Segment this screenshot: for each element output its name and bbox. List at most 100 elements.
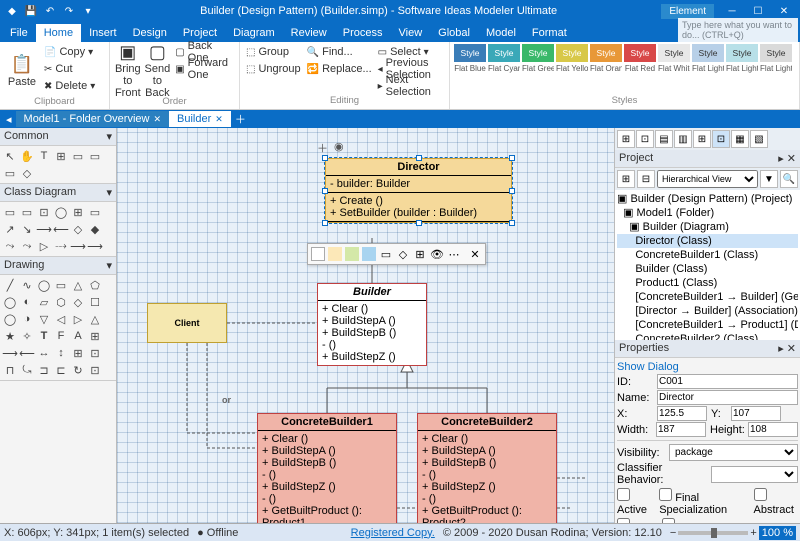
copy-button[interactable]: 📄Copy▾ [42,44,97,60]
tree-item[interactable]: Director (Class) [617,234,798,248]
github-icon: ◉ [334,140,344,156]
tab-home[interactable]: Home [36,24,81,42]
send-back-button[interactable]: ▢Send to Back [144,44,172,96]
style-swatch[interactable]: Style [488,44,520,62]
redo-icon[interactable]: ↷ [61,3,77,19]
tab-design[interactable]: Design [125,24,175,42]
right-panel: ⊞⊡▤▥⊞⊡▦▧ Project▸ ✕ ⊞⊟ Hierarchical View… [614,128,800,523]
tree-item[interactable]: [Director → Builder] (Association) [617,304,798,318]
tree-item[interactable]: Builder (Class) [617,262,798,276]
hand-icon[interactable]: ✋ [19,148,35,164]
style-swatch[interactable]: Style [522,44,554,62]
diagram-canvas[interactable]: ＋◉ Client Director - builder: Builder + … [117,128,614,523]
app-icon: ◆ [4,3,20,19]
style-swatch[interactable]: Style [454,44,486,62]
statusbar: X: 606px; Y: 341px; 1 item(s) selected ●… [0,523,800,541]
delete-button[interactable]: ✖Delete▾ [42,78,97,94]
tab-process[interactable]: Process [335,24,391,42]
tab-insert[interactable]: Insert [81,24,125,42]
toolbox-class-header[interactable]: Class Diagram▾ [0,184,116,202]
x-field[interactable] [657,406,707,421]
tree-item[interactable]: ▣ Model1 (Folder) [617,206,798,220]
close-icon[interactable]: ✕ [153,114,161,125]
ribbon: 📋Paste 📄Copy▾ ✂Cut ✖Delete▾ Clipboard ▣B… [0,42,800,110]
pointer-icon[interactable]: ↖ [2,148,18,164]
tab-model[interactable]: Model [478,24,524,42]
tab-nav-left-icon[interactable]: ◂ [2,113,16,126]
uml-client[interactable]: Client [147,303,227,343]
doctab-builder[interactable]: Builder✕ [169,111,231,127]
height-field[interactable] [748,422,798,437]
quick-access-toolbar: ◆ 💾 ↶ ↷ ▾ [4,3,96,19]
tab-file[interactable]: File [2,24,36,42]
doctab-overview[interactable]: Model1 - Folder Overview✕ [16,111,169,127]
tree-item[interactable]: Product1 (Class) [617,276,798,290]
tree-item[interactable]: [ConcreteBuilder1 → Builder] (General… [617,290,798,304]
view-select[interactable]: Hierarchical View [657,170,758,188]
paste-button[interactable]: 📋Paste [4,44,40,96]
next-sel-button[interactable]: ▸Next Selection [376,78,445,94]
mini-toolbar[interactable]: ▭◇⊞👁⋯ ✕ [307,243,486,265]
copyright: © 2009 - 2020 Dusan Rodina; Version: 12.… [443,527,662,539]
project-tree[interactable]: ▣ Builder (Design Pattern) (Project) ▣ M… [615,190,800,340]
tab-review[interactable]: Review [283,24,335,42]
tab-format[interactable]: Format [524,24,575,42]
find-button[interactable]: 🔍Find... [305,44,374,60]
group-button[interactable]: ⬚Group [244,44,303,60]
context-tab[interactable]: Element [661,4,714,19]
name-field[interactable] [657,390,798,405]
uml-builder[interactable]: Builder + Clear ()+ BuildStepA ()+ Build… [317,283,427,366]
offline-status: ● Offline [197,527,238,539]
style-swatch[interactable]: Style [760,44,792,62]
tree-item[interactable]: [ConcreteBuilder1 → Product1] (Depen… [617,318,798,332]
canvas-actions[interactable]: ＋◉ [317,140,344,156]
replace-button[interactable]: 🔁Replace... [305,61,374,77]
tree-item[interactable]: ConcreteBuilder1 (Class) [617,248,798,262]
toolbox-panel: Common▾ ↖✋T⊞▭▭ ▭◇ Class Diagram▾ ▭▭⊡◯⊞▭ … [0,128,117,523]
id-field[interactable] [657,374,798,389]
y-field[interactable] [731,406,781,421]
tab-view[interactable]: View [391,24,431,42]
style-swatch[interactable]: Style [556,44,588,62]
zoom-slider[interactable]: −+ 100 % [670,526,796,540]
or-label: or [222,395,231,405]
registered-link[interactable]: Registered Copy. [351,527,435,539]
style-swatch[interactable]: Style [624,44,656,62]
tree-item[interactable]: ConcreteBuilder2 (Class) [617,332,798,340]
properties-header: Properties▸ ✕ [615,340,800,358]
style-swatch[interactable]: Style [590,44,622,62]
document-tabs: ◂ Model1 - Folder Overview✕ Builder✕ ＋ [0,110,800,128]
style-swatch[interactable]: Style [658,44,690,62]
add-tab-icon[interactable]: ＋ [231,111,250,127]
classifier-select[interactable] [711,466,798,483]
uml-director[interactable]: Director - builder: Builder + Create ()+… [325,158,512,223]
right-toolbar[interactable]: ⊞⊡▤▥⊞⊡▦▧ [615,128,800,150]
close-icon[interactable]: ✕ [215,114,223,125]
ungroup-button[interactable]: ⬚Ungroup [244,61,303,77]
window-title: Builder (Design Pattern) (Builder.simp) … [96,5,661,17]
uml-concretebuilder2[interactable]: ConcreteBuilder2 + Clear ()+ BuildStepA … [417,413,557,523]
tree-item[interactable]: ▣ Builder (Design Pattern) (Project) [617,192,798,206]
toolbox-common-header[interactable]: Common▾ [0,128,116,146]
show-dialog-link[interactable]: Show Dialog [617,361,679,373]
uml-concretebuilder1[interactable]: ConcreteBuilder1 + Clear ()+ BuildStepA … [257,413,397,523]
tab-global[interactable]: Global [430,24,478,42]
qat-more-icon[interactable]: ▾ [80,3,96,19]
cut-button[interactable]: ✂Cut [42,61,97,77]
forward-one-button[interactable]: ▣Forward One [173,61,235,77]
style-swatch[interactable]: Style [692,44,724,62]
save-icon[interactable]: 💾 [23,3,39,19]
toolbox-drawing-header[interactable]: Drawing▾ [0,257,116,275]
tree-item[interactable]: ▣ Builder (Diagram) [617,220,798,234]
filter-icon[interactable]: ▼ [760,170,778,188]
text-icon[interactable]: T [36,148,52,164]
undo-icon[interactable]: ↶ [42,3,58,19]
bring-front-button[interactable]: ▣Bring to Front [114,44,142,96]
width-field[interactable] [656,422,706,437]
visibility-select[interactable]: package [669,444,798,461]
style-swatch[interactable]: Style [726,44,758,62]
add-icon: ＋ [317,140,328,156]
search-icon[interactable]: 🔍 [780,170,798,188]
tab-diagram[interactable]: Diagram [225,24,283,42]
search-input[interactable]: Type here what you want to do... (CTRL+Q… [678,18,798,42]
